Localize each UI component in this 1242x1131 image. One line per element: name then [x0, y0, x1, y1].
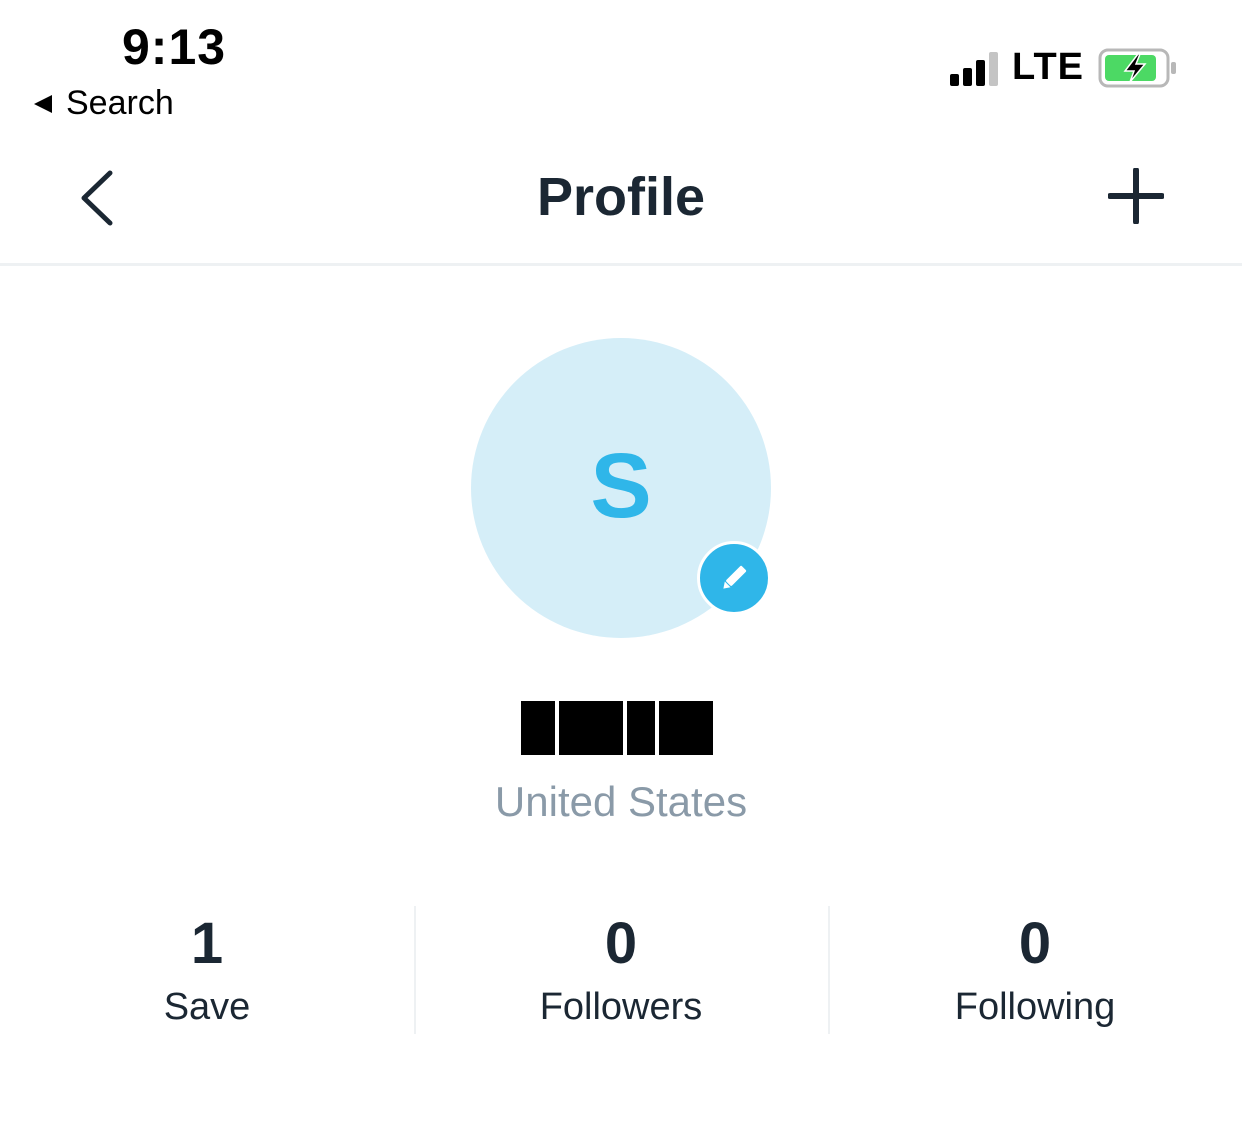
status-indicators: LTE [950, 46, 1178, 89]
avatar-initial: S [590, 434, 652, 537]
stat-following[interactable]: 0 Following [828, 906, 1242, 1034]
back-triangle-icon [34, 94, 52, 113]
edit-avatar-button[interactable] [697, 541, 771, 615]
stat-following-value: 0 [1018, 911, 1052, 976]
network-type: LTE [1012, 46, 1084, 88]
stat-saves-label: Save [163, 986, 251, 1028]
stat-saves-value: 1 [190, 911, 224, 976]
stat-followers-value: 0 [604, 911, 638, 976]
stat-following-label: Following [954, 986, 1116, 1028]
user-name-redacted [521, 701, 713, 755]
back-to-search-button[interactable]: Search [32, 84, 174, 123]
status-time: 9:13 [122, 19, 227, 75]
battery-charging-icon [1098, 48, 1176, 87]
pencil-icon [723, 565, 747, 589]
cellular-signal-icon [950, 50, 999, 86]
stat-followers[interactable]: 0 Followers [414, 906, 828, 1034]
profile-stats: 1 Save 0 Followers 0 Following [0, 906, 1242, 1034]
back-to-search-label: Search [66, 84, 174, 122]
stat-followers-label: Followers [539, 986, 703, 1028]
page-title: Profile [536, 167, 706, 227]
stat-saves[interactable]: 1 Save [0, 906, 414, 1034]
profile-screen: 9:13 Search LTE Profile S United States … [0, 0, 1242, 1131]
navigation-bar: Profile [0, 140, 1242, 266]
user-location: United States [494, 778, 748, 825]
plus-icon[interactable] [1108, 168, 1164, 224]
